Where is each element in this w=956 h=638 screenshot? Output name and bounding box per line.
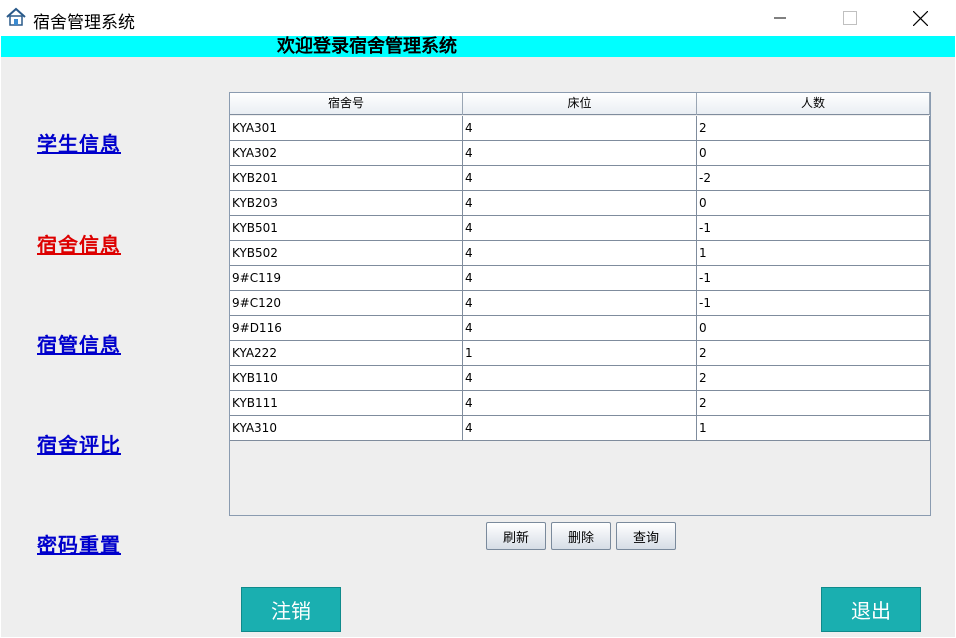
cell-dorm-number[interactable]: KYB111 <box>230 391 463 415</box>
cell-beds[interactable]: 4 <box>463 241 697 265</box>
table-row[interactable]: KYA302 4 0 <box>230 141 930 166</box>
cell-occupants[interactable]: 2 <box>697 116 930 140</box>
table-row[interactable]: KYB111 4 2 <box>230 391 930 416</box>
table-header: 宿舍号 床位 人数 <box>230 93 930 115</box>
logout-button[interactable]: 注销 <box>241 587 341 632</box>
cell-beds[interactable]: 4 <box>463 316 697 340</box>
cell-dorm-number[interactable]: KYB501 <box>230 216 463 240</box>
cell-dorm-number[interactable]: KYB201 <box>230 166 463 190</box>
minimize-button[interactable] <box>757 0 803 36</box>
cell-dorm-number[interactable]: KYA222 <box>230 341 463 365</box>
cell-occupants[interactable]: -2 <box>697 166 930 190</box>
table-row[interactable]: KYB110 4 2 <box>230 366 930 391</box>
cell-occupants[interactable]: 2 <box>697 341 930 365</box>
cell-occupants[interactable]: 0 <box>697 191 930 215</box>
table-row[interactable]: 9#D116 4 0 <box>230 316 930 341</box>
nav-password-reset[interactable]: 密码重置 <box>37 529 121 558</box>
nav-student-info[interactable]: 学生信息 <box>37 128 121 157</box>
cell-beds[interactable]: 1 <box>463 341 697 365</box>
cell-beds[interactable]: 4 <box>463 366 697 390</box>
close-icon <box>912 10 928 26</box>
cell-beds[interactable]: 4 <box>463 216 697 240</box>
table-row[interactable]: KYA222 1 2 <box>230 341 930 366</box>
cell-beds[interactable]: 4 <box>463 291 697 315</box>
cell-dorm-number[interactable]: KYB502 <box>230 241 463 265</box>
welcome-text: 欢迎登录宿舍管理系统 <box>277 36 457 57</box>
table-row[interactable]: KYA301 4 2 <box>230 116 930 141</box>
cell-beds[interactable]: 4 <box>463 166 697 190</box>
cell-dorm-number[interactable]: KYA301 <box>230 116 463 140</box>
main-window: 欢迎登录宿舍管理系统 学生信息 宿舍信息 宿管信息 宿舍评比 密码重置 宿舍号 … <box>1 36 955 637</box>
query-button[interactable]: 查询 <box>616 522 676 550</box>
cell-occupants[interactable]: 0 <box>697 316 930 340</box>
cell-dorm-number[interactable]: KYA310 <box>230 416 463 440</box>
cell-occupants[interactable]: 0 <box>697 141 930 165</box>
cell-beds[interactable]: 4 <box>463 141 697 165</box>
table-row[interactable]: KYA310 4 1 <box>230 416 930 441</box>
cell-dorm-number[interactable]: KYB110 <box>230 366 463 390</box>
maximize-icon <box>843 11 857 25</box>
table-body: KYA301 4 2 KYA302 4 0 KYB201 4 -2 KYB203 4 0 KYB501 4… <box>230 116 930 441</box>
table-row[interactable]: 9#C119 4 -1 <box>230 266 930 291</box>
maximize-button[interactable] <box>827 0 873 36</box>
cell-dorm-number[interactable]: KYB203 <box>230 191 463 215</box>
delete-button[interactable]: 删除 <box>551 522 611 550</box>
cell-occupants[interactable]: -1 <box>697 291 930 315</box>
column-header-beds[interactable]: 床位 <box>463 93 697 115</box>
cell-dorm-number[interactable]: 9#C119 <box>230 266 463 290</box>
table-row[interactable]: 9#C120 4 -1 <box>230 291 930 316</box>
cell-occupants[interactable]: 1 <box>697 416 930 440</box>
minimize-icon <box>774 17 786 19</box>
welcome-banner: 欢迎登录宿舍管理系统 <box>1 36 955 57</box>
home-icon <box>6 7 26 26</box>
refresh-button[interactable]: 刷新 <box>486 522 546 550</box>
cell-beds[interactable]: 4 <box>463 391 697 415</box>
dorm-table: 宿舍号 床位 人数 KYA301 4 2 KYA302 4 0 KYB201 4 -2 KYB20… <box>229 92 931 516</box>
table-row[interactable]: KYB201 4 -2 <box>230 166 930 191</box>
table-row[interactable]: KYB501 4 -1 <box>230 216 930 241</box>
close-button[interactable] <box>897 0 943 36</box>
cell-occupants[interactable]: 1 <box>697 241 930 265</box>
nav-dorm-manager-info[interactable]: 宿管信息 <box>37 329 121 358</box>
cell-occupants[interactable]: 2 <box>697 391 930 415</box>
cell-beds[interactable]: 4 <box>463 116 697 140</box>
cell-occupants[interactable]: -1 <box>697 216 930 240</box>
table-row[interactable]: KYB502 4 1 <box>230 241 930 266</box>
nav-dorm-info[interactable]: 宿舍信息 <box>37 229 121 258</box>
cell-beds[interactable]: 4 <box>463 266 697 290</box>
cell-dorm-number[interactable]: 9#D116 <box>230 316 463 340</box>
exit-button[interactable]: 退出 <box>821 587 921 632</box>
cell-occupants[interactable]: 2 <box>697 366 930 390</box>
cell-dorm-number[interactable]: KYA302 <box>230 141 463 165</box>
cell-occupants[interactable]: -1 <box>697 266 930 290</box>
cell-beds[interactable]: 4 <box>463 191 697 215</box>
column-header-dorm-number[interactable]: 宿舍号 <box>230 93 463 115</box>
window-title: 宿舍管理系统 <box>33 13 135 33</box>
table-row[interactable]: KYB203 4 0 <box>230 191 930 216</box>
title-bar: 宿舍管理系统 <box>0 0 956 36</box>
nav-dorm-rating[interactable]: 宿舍评比 <box>37 429 121 458</box>
cell-dorm-number[interactable]: 9#C120 <box>230 291 463 315</box>
column-header-occupants[interactable]: 人数 <box>697 93 930 115</box>
cell-beds[interactable]: 4 <box>463 416 697 440</box>
